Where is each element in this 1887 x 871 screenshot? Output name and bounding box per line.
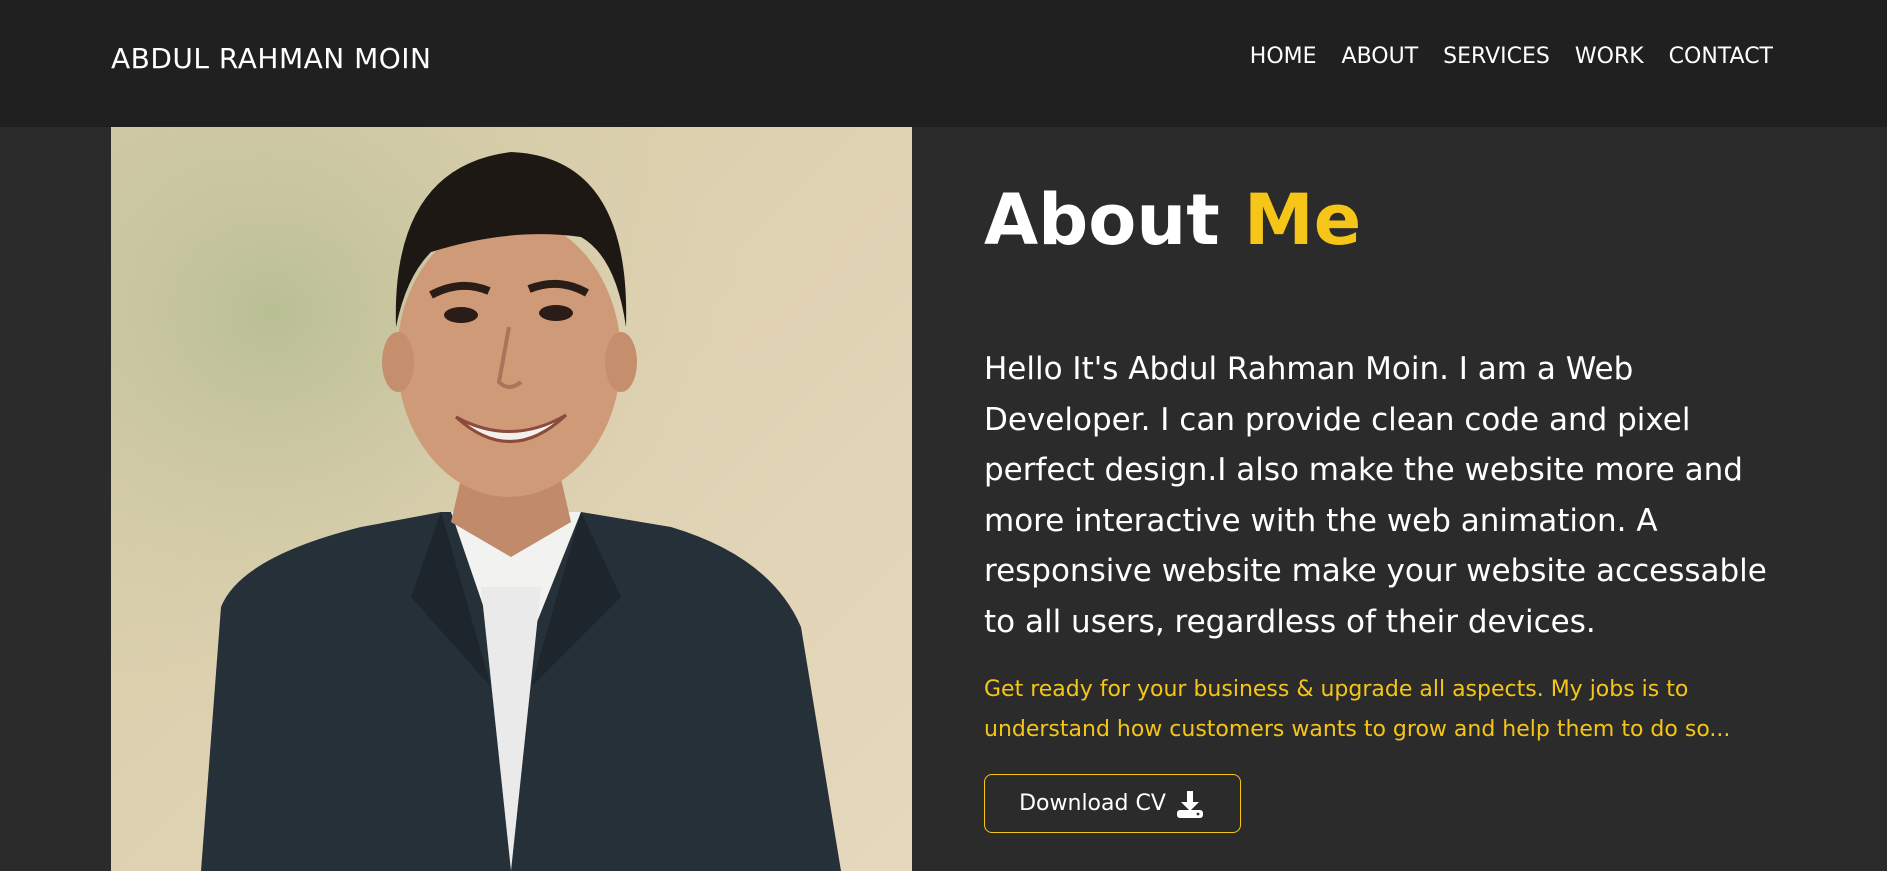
nav-link-contact[interactable]: CONTACT xyxy=(1669,44,1773,69)
site-brand[interactable]: ABDUL RAHMAN MOIN xyxy=(111,42,432,75)
download-icon xyxy=(1174,789,1206,819)
download-cv-button[interactable]: Download CV xyxy=(984,774,1241,833)
nav-link-work[interactable]: WORK xyxy=(1575,44,1644,69)
nav-link-about[interactable]: ABOUT xyxy=(1342,44,1419,69)
nav-link-services[interactable]: SERVICES xyxy=(1443,44,1550,69)
about-bio: Hello It's Abdul Rahman Moin. I am a Web… xyxy=(984,351,1767,640)
download-cv-label: Download CV xyxy=(1019,791,1166,816)
profile-photo-illustration xyxy=(111,127,912,871)
about-heading-accent: Me xyxy=(1244,179,1362,261)
nav-link-home[interactable]: HOME xyxy=(1250,44,1317,69)
main-nav: HOME ABOUT SERVICES WORK CONTACT xyxy=(1250,44,1773,69)
about-heading-word: About xyxy=(984,179,1220,261)
about-heading: About Me xyxy=(984,182,1361,259)
about-tagline: Get ready for your business & upgrade al… xyxy=(984,677,1731,742)
site-header: ABDUL RAHMAN MOIN HOME ABOUT SERVICES WO… xyxy=(0,0,1887,127)
profile-photo xyxy=(111,127,912,871)
